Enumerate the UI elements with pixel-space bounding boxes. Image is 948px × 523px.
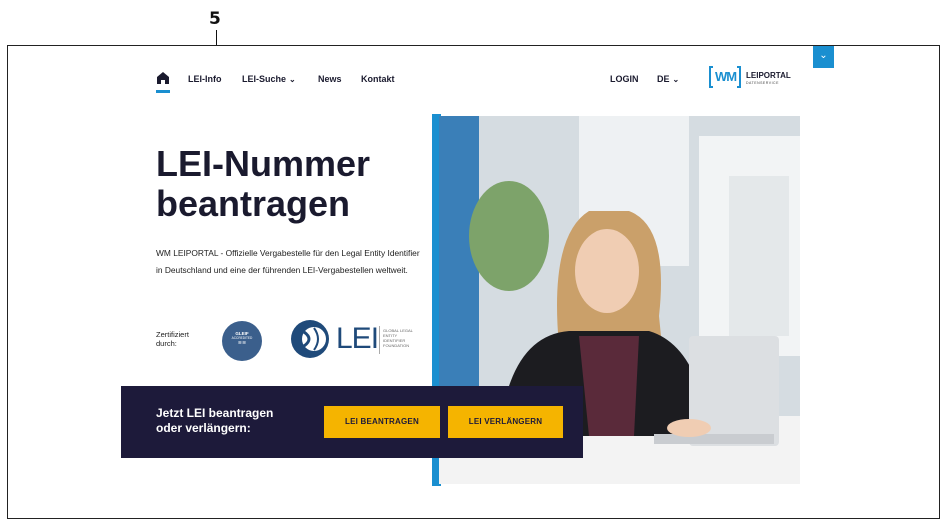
gleif-wave-icon: ≋≋ xyxy=(237,340,247,346)
dropdown-toggle-button[interactable]: ⌄ xyxy=(813,46,834,68)
lei-verlaengern-button[interactable]: LEI VERLÄNGERN xyxy=(448,406,563,438)
logo-divider xyxy=(379,326,380,354)
nav-item-news[interactable]: News xyxy=(318,74,342,84)
login-link[interactable]: LOGIN xyxy=(610,74,639,84)
wm-leiportal-logo[interactable]: WM LEIPORTAL DATENSERVICE xyxy=(709,66,799,92)
nav-item-label: LEI-Suche xyxy=(242,74,287,84)
nav-item-kontakt[interactable]: Kontakt xyxy=(361,74,395,84)
hero-description: WM LEIPORTAL - Offizielle Vergabestelle … xyxy=(156,248,420,275)
page-title: LEI-Nummer beantragen xyxy=(156,143,371,224)
cta-text: Jetzt LEI beantragen oder verlängern: xyxy=(156,406,274,435)
active-nav-indicator xyxy=(156,90,170,93)
logo-mark: WM xyxy=(715,69,737,84)
annotation-number: 5 xyxy=(209,9,221,29)
logo-bracket-right xyxy=(737,66,741,88)
language-selector[interactable]: DE ⌄ xyxy=(657,74,679,84)
home-icon[interactable] xyxy=(156,71,170,91)
gleif-accredited-badge: GLEIF ACCREDITED ≋≋ xyxy=(222,321,262,361)
certified-label: Zertifiziert durch: xyxy=(156,330,189,348)
nav-item-lei-info[interactable]: LEI-Info xyxy=(188,74,222,84)
website-frame: LEI-Info LEI-Suche ⌄ News Kontakt LOGIN D… xyxy=(7,45,940,519)
lei-logo-small-text: GLOBAL LEGAL ENTITY IDENTIFIER FOUNDATIO… xyxy=(383,328,413,348)
lei-foundation-logo: LEI GLOBAL LEGAL ENTITY IDENTIFIER FOUND… xyxy=(288,316,418,362)
language-label: DE xyxy=(657,74,670,84)
lei-logo-text: LEI xyxy=(336,322,379,355)
cta-banner: Jetzt LEI beantragen oder verlängern: LE… xyxy=(121,386,583,458)
nav-item-lei-suche[interactable]: LEI-Suche ⌄ xyxy=(242,74,296,84)
chevron-down-icon: ⌄ xyxy=(819,50,828,61)
chevron-down-icon: ⌄ xyxy=(672,75,680,84)
main-navigation: LEI-Info LEI-Suche ⌄ News Kontakt LOGIN D… xyxy=(8,46,939,114)
chevron-down-icon: ⌄ xyxy=(289,75,296,84)
lei-beantragen-button[interactable]: LEI BEANTRAGEN xyxy=(324,406,440,438)
logo-bracket-left xyxy=(709,66,713,88)
globe-icon xyxy=(291,320,329,358)
logo-subtitle: DATENSERVICE xyxy=(746,81,779,85)
annotation-line xyxy=(216,30,217,45)
logo-title: LEIPORTAL xyxy=(746,71,791,80)
